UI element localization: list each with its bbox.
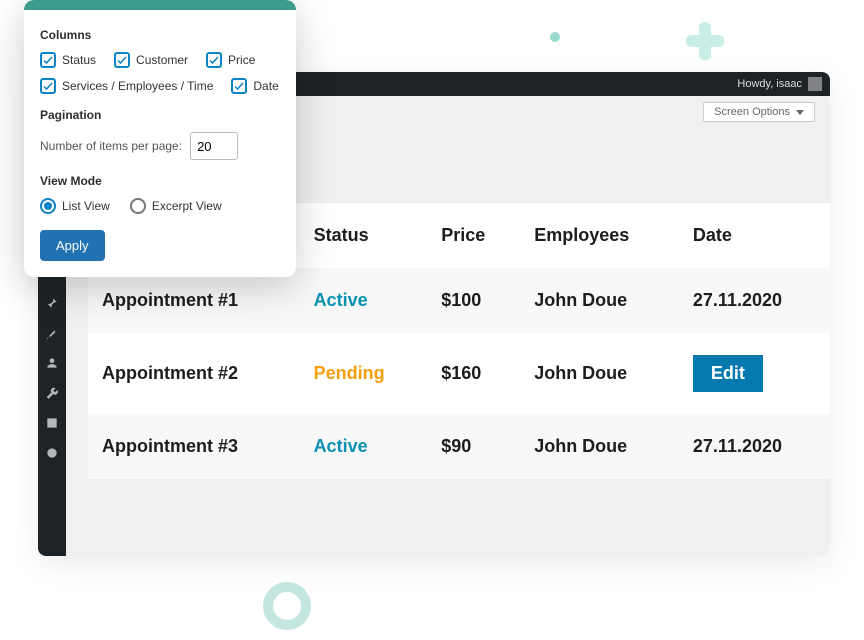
checkbox-label: Status	[62, 53, 96, 67]
cell-price: $100	[441, 290, 481, 310]
wrench-icon[interactable]	[45, 386, 59, 400]
col-status: Status	[300, 203, 428, 268]
column-checkbox[interactable]: Customer	[114, 52, 188, 68]
table-row[interactable]: Appointment #1 Active $100 John Doue 27.…	[88, 268, 830, 333]
avatar-icon[interactable]	[808, 77, 822, 91]
screen-options-button[interactable]: Screen Options	[703, 102, 815, 122]
cell-status: Active	[314, 436, 368, 456]
per-page-input[interactable]	[190, 132, 238, 160]
col-employees: Employees	[520, 203, 679, 268]
column-checkbox[interactable]: Status	[40, 52, 96, 68]
decorative-ring	[263, 582, 311, 630]
cell-price: $90	[441, 436, 471, 456]
table-row[interactable]: Appointment #3 Active $90 John Doue 27.1…	[88, 414, 830, 479]
cell-employee: John Doue	[534, 363, 627, 383]
cell-employee: John Doue	[534, 290, 627, 310]
cell-date: 27.11.2020	[693, 436, 782, 456]
edit-button[interactable]: Edit	[693, 355, 763, 392]
col-date: Date	[679, 203, 830, 268]
checkbox-icon	[114, 52, 130, 68]
cell-title: Appointment #1	[102, 290, 238, 310]
cell-status: Pending	[314, 363, 385, 383]
user-icon[interactable]	[45, 356, 59, 370]
checkbox-label: Services / Employees / Time	[62, 79, 213, 93]
decorative-dot	[550, 32, 560, 42]
checkbox-icon	[206, 52, 222, 68]
cell-title: Appointment #3	[102, 436, 238, 456]
radio-icon	[130, 198, 146, 214]
checkbox-icon	[40, 52, 56, 68]
pin-icon[interactable]	[45, 296, 59, 310]
radio-label: Excerpt View	[152, 199, 222, 213]
cell-employee: John Doue	[534, 436, 627, 456]
settings-icon[interactable]	[45, 416, 59, 430]
columns-group: Status Customer Price Services / Employees …	[40, 52, 280, 94]
pagination-heading: Pagination	[40, 108, 280, 122]
column-checkbox[interactable]: Date	[231, 78, 278, 94]
columns-heading: Columns	[40, 28, 280, 42]
view-mode-radio[interactable]: List View	[40, 198, 110, 214]
radio-label: List View	[62, 199, 110, 213]
cell-price: $160	[441, 363, 481, 383]
cell-title: Appointment #2	[102, 363, 238, 383]
checkbox-icon	[40, 78, 56, 94]
caret-down-icon	[796, 110, 804, 115]
view-mode-heading: View Mode	[40, 174, 280, 188]
brush-icon[interactable]	[45, 326, 59, 340]
panel-header-bar	[24, 0, 296, 10]
cell-date: 27.11.2020	[693, 290, 782, 310]
cell-status: Active	[314, 290, 368, 310]
checkbox-label: Date	[253, 79, 278, 93]
apply-button[interactable]: Apply	[40, 230, 105, 261]
column-checkbox[interactable]: Services / Employees / Time	[40, 78, 213, 94]
checkbox-icon	[231, 78, 247, 94]
view-mode-group: List View Excerpt View	[40, 198, 280, 214]
checkbox-label: Price	[228, 53, 255, 67]
howdy-label[interactable]: Howdy, isaac	[737, 78, 802, 90]
screen-options-label: Screen Options	[714, 106, 790, 118]
decorative-plus	[686, 22, 724, 60]
collapse-icon[interactable]	[45, 446, 59, 460]
table-row[interactable]: Appointment #2 Pending $160 John Doue Ed…	[88, 333, 830, 414]
radio-icon	[40, 198, 56, 214]
screen-options-panel: Columns Status Customer Price Services / Em…	[24, 0, 296, 277]
per-page-label: Number of items per page:	[40, 139, 182, 153]
col-price: Price	[427, 203, 520, 268]
column-checkbox[interactable]: Price	[206, 52, 255, 68]
checkbox-label: Customer	[136, 53, 188, 67]
view-mode-radio[interactable]: Excerpt View	[130, 198, 222, 214]
